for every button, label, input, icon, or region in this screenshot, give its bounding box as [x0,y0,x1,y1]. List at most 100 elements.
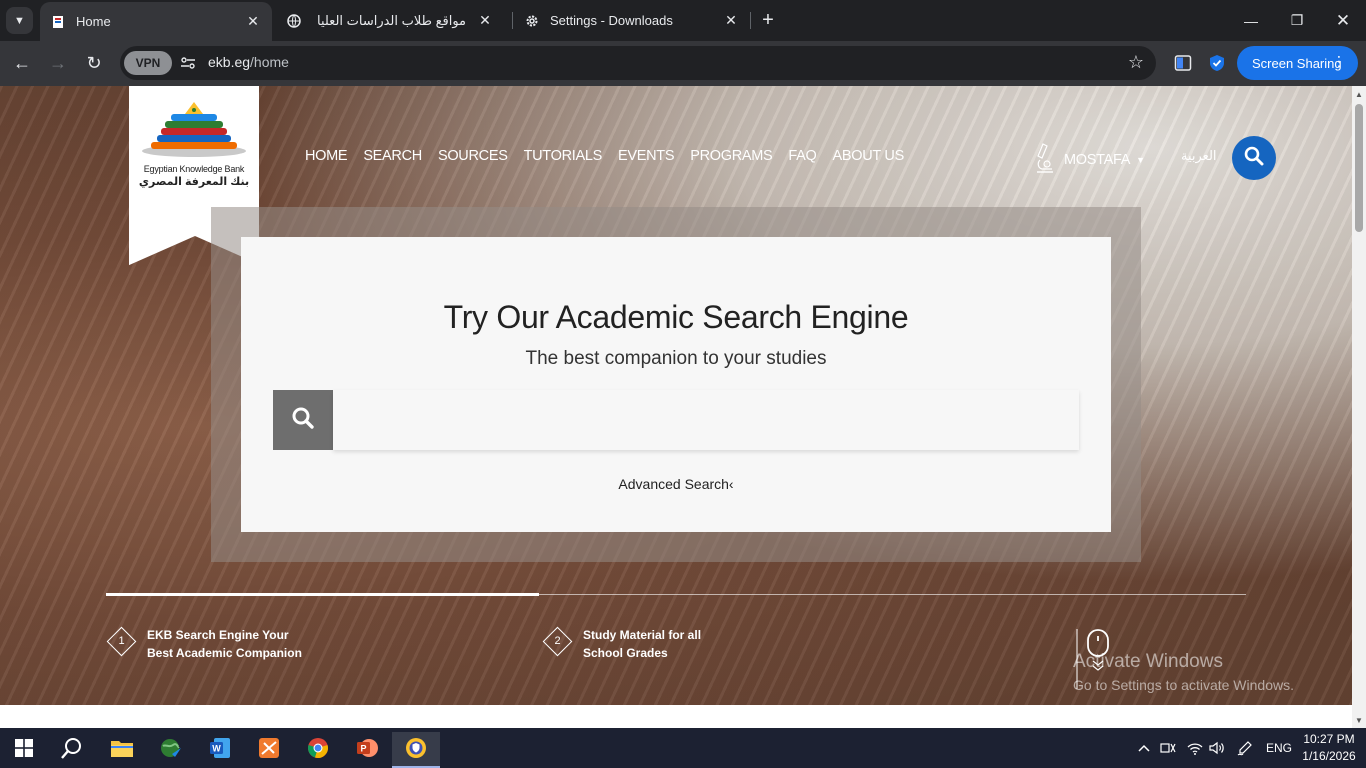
new-tab-button[interactable]: + [757,8,779,32]
nav-events[interactable]: EVENTS [618,148,675,164]
minimize-icon: — [1244,12,1258,29]
scroll-up-arrow-icon[interactable]: ▲ [1355,90,1363,99]
side-panel-icon[interactable] [1173,53,1193,73]
chevron-down-icon: ▼ [14,14,25,27]
url-text[interactable]: ekb.eg/home [208,54,289,70]
scroll-down-arrow-icon[interactable]: ▼ [1355,716,1363,725]
nav-search[interactable]: SEARCH [363,148,422,164]
hero-section: Egyptian Knowledge Bank بنك المعرفة المص… [0,86,1352,705]
screen-sharing-button[interactable]: Screen Sharing ⋮ [1237,46,1358,80]
slide-item-2[interactable]: 2 Study Material for all School Grades [542,626,743,662]
site-info-icon[interactable] [178,53,198,73]
tab-title: Settings - Downloads [550,13,673,28]
powerpoint-icon: P [356,737,378,764]
tab-postgrad-sites[interactable]: مواقع طلاب الدراسات العليا ✕ [286,0,504,41]
more-vert-icon[interactable]: ⋮ [1332,53,1346,70]
nav-home[interactable]: HOME [305,148,348,164]
start-button[interactable] [4,732,44,768]
activate-windows-watermark: Activate Windows Go to Settings to activ… [1073,651,1294,693]
taskbar-globe-app[interactable] [151,732,191,768]
reload-button[interactable]: ↻ [80,49,108,77]
taskbar-powerpoint[interactable]: P [347,732,387,768]
taskbar-secure-browser[interactable] [392,732,440,768]
header-search-button[interactable] [1232,136,1276,180]
restore-button[interactable]: ❐ [1274,0,1320,41]
search-icon [291,406,315,435]
page-content-below [0,705,1352,728]
taskbar-chrome[interactable] [298,732,338,768]
vpn-badge[interactable]: VPN [124,51,172,75]
taskbar-file-explorer[interactable] [102,732,142,768]
address-bar[interactable]: VPN ekb.eg/home ☆ [120,46,1156,80]
search-card-subtitle: The best companion to your studies [525,348,827,369]
pdf-app-icon [258,737,280,764]
taskbar-pdf-app[interactable] [249,732,289,768]
search-card: Try Our Academic Search Engine The best … [241,237,1111,532]
minimize-button[interactable]: — [1228,0,1274,41]
extension-shield-icon[interactable] [1207,53,1227,73]
bookmark-star-icon[interactable]: ☆ [1128,52,1144,73]
tab-strip: ▼ Home ✕ مواقع طلاب الدراسات العليا ✕ Se… [0,0,1366,41]
slide-number-badge: 1 [106,626,137,657]
arrow-right-icon: → [49,52,67,73]
svg-text:W: W [212,743,221,753]
back-button[interactable]: ← [8,49,36,77]
logo-text-en: Egyptian Knowledge Bank [143,164,245,174]
page-viewport: Egyptian Knowledge Bank بنك المعرفة المص… [0,86,1352,728]
close-window-button[interactable]: ✕ [1320,0,1366,41]
tab-title: مواقع طلاب الدراسات العليا [316,12,466,28]
search-input[interactable] [333,390,1079,450]
main-nav: HOME SEARCH SOURCES TUTORIALS EVENTS PRO… [305,148,904,164]
pen-icon[interactable] [1237,728,1253,768]
close-icon[interactable]: ✕ [244,13,262,31]
volume-icon[interactable] [1209,728,1225,768]
arrow-left-icon: ← [13,52,31,73]
globe-app-icon [159,736,183,765]
taskbar-word[interactable]: W [200,732,240,768]
tab-home[interactable]: Home ✕ [40,2,272,41]
nav-about-us[interactable]: ABOUT US [833,148,905,164]
screen-sharing-label: Screen Sharing [1252,55,1342,71]
watermark-line-1: Activate Windows [1073,651,1223,672]
close-icon[interactable]: ✕ [722,12,740,30]
tab-title: Home [76,14,111,29]
nav-faq[interactable]: FAQ [788,148,816,164]
close-icon: ✕ [1335,10,1351,30]
slider-progress [106,593,539,596]
wifi-icon[interactable] [1187,728,1203,768]
user-menu[interactable]: MOSTAFA ▼ [1034,142,1145,178]
reload-icon: ↻ [86,52,102,73]
scrollbar-thumb[interactable] [1355,104,1363,232]
search-icon [61,737,83,764]
search-submit-button[interactable] [273,390,333,450]
folder-icon [110,738,134,763]
gear-icon [524,13,540,29]
advanced-search-link[interactable]: Advanced Search‹ [241,476,1111,492]
windows-logo-icon [15,738,33,762]
chrome-icon [307,737,329,764]
taskbar-clock[interactable]: 10:27 PM 1/16/2026 [1296,731,1362,765]
browser-toolbar: ← → ↻ VPN ekb.eg/home ☆ Screen Sharing ⋮ [0,41,1366,86]
nav-tutorials[interactable]: TUTORIALS [524,148,603,164]
language-switch-link[interactable]: العربية [1181,148,1217,164]
forward-button[interactable]: → [44,49,72,77]
slide-label: EKB Search Engine Your Best Academic Com… [147,628,302,660]
page-scrollbar[interactable]: ▲ ▼ [1352,86,1366,728]
url-path: /home [250,54,289,70]
search-icon [1244,146,1264,171]
word-icon: W [209,737,231,764]
nav-programs[interactable]: PROGRAMS [690,148,773,164]
input-language-indicator[interactable]: ENG [1266,728,1292,768]
ime-icon[interactable] [1160,728,1176,768]
close-icon[interactable]: ✕ [476,12,494,30]
nav-sources[interactable]: SOURCES [438,148,508,164]
tab-settings-downloads[interactable]: Settings - Downloads ✕ [524,0,746,41]
tab-separator [512,12,513,29]
logo-text-ar: بنك المعرفة المصري [138,176,250,188]
slide-item-1[interactable]: 1 EKB Search Engine Your Best Academic C… [106,626,307,662]
tab-search-button[interactable]: ▼ [6,7,33,34]
taskbar-search-button[interactable] [52,732,92,768]
windows-taskbar: W P ENG 10:27 PM 1/16/2026 [0,728,1366,768]
clock-date: 1/16/2026 [1302,749,1356,763]
tray-chevron-icon[interactable] [1138,728,1150,768]
